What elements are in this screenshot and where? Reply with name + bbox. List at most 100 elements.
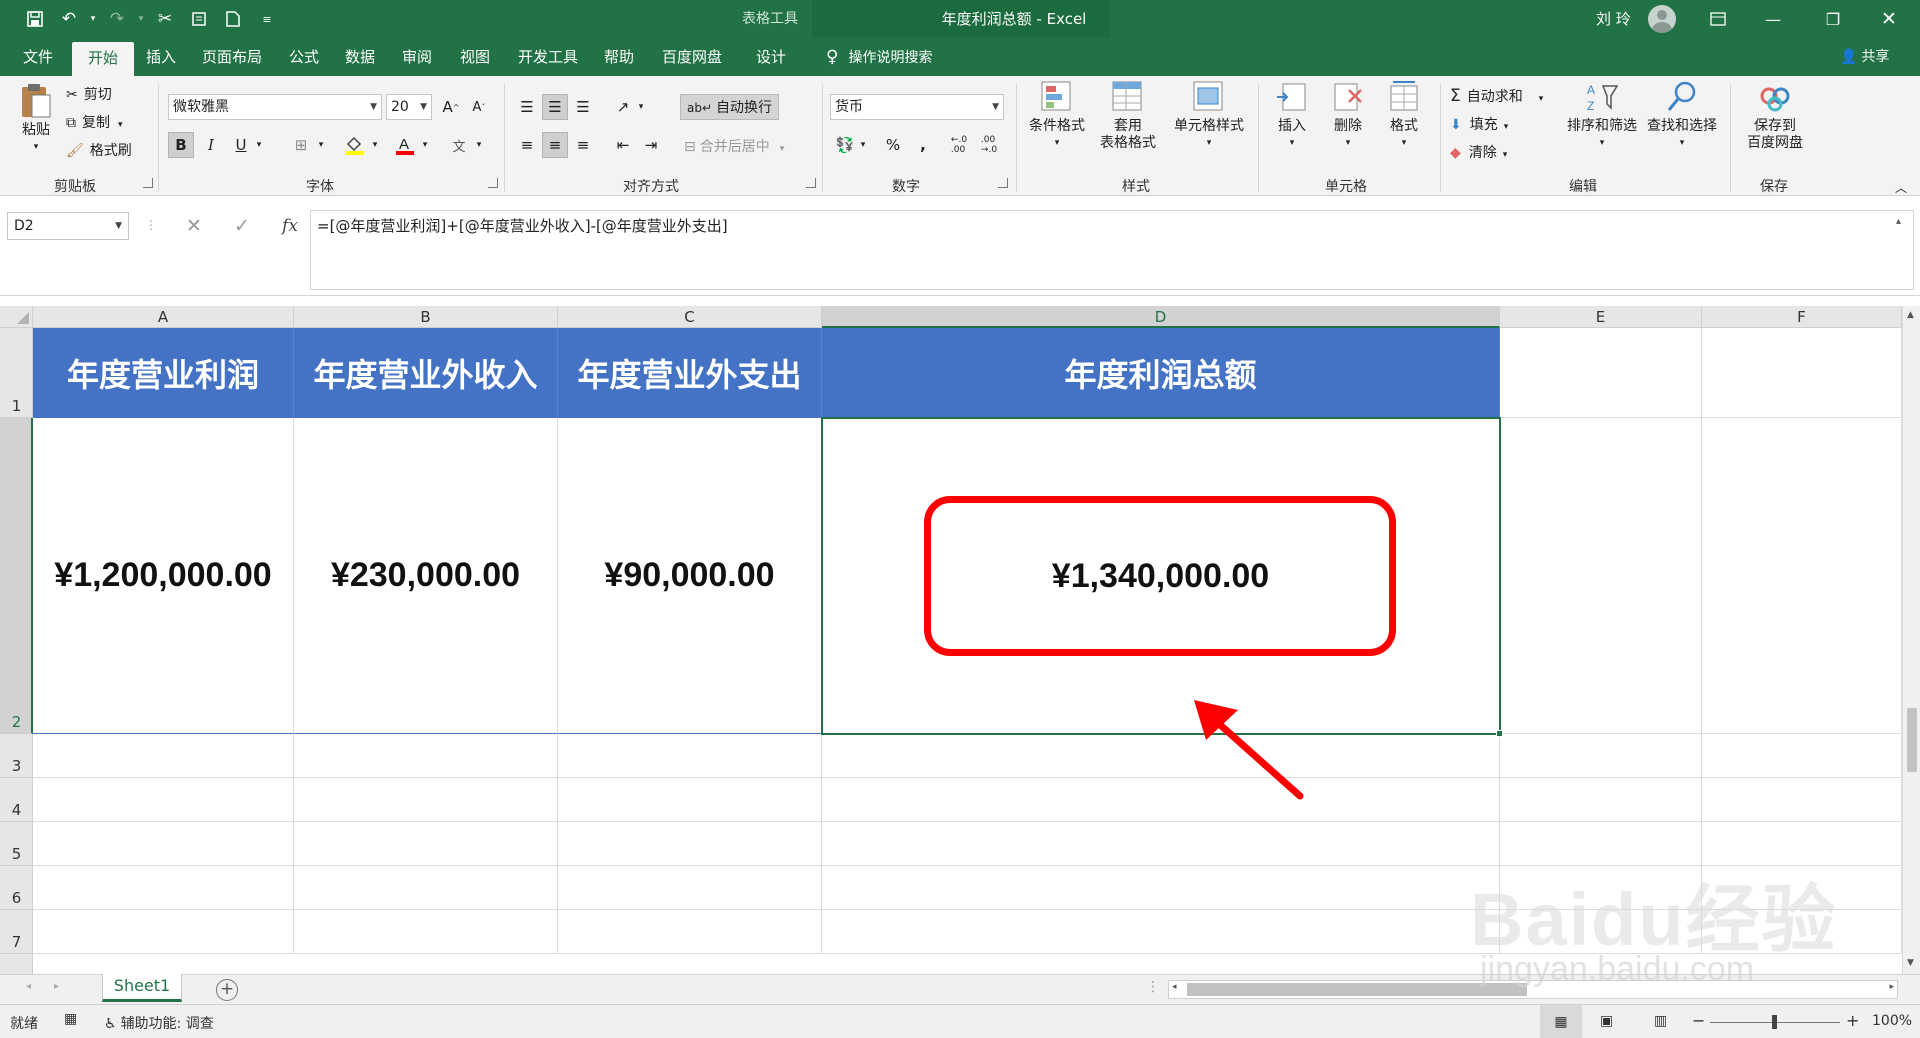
tab-view[interactable]: 视图 (454, 38, 496, 76)
select-all-button[interactable] (0, 306, 33, 328)
align-right-icon[interactable]: ≡ (570, 132, 596, 158)
cell-a5[interactable] (33, 822, 294, 866)
tab-design[interactable]: 设计 (750, 38, 792, 76)
merge-center-button[interactable]: ⊟ 合并后居中 ▾ (684, 136, 784, 156)
cell-d7[interactable] (822, 910, 1500, 954)
cell-f4[interactable] (1702, 778, 1902, 822)
vertical-scrollbar[interactable]: ▲ ▼ (1902, 306, 1920, 974)
page-break-view-icon[interactable]: ▥ (1654, 1013, 1667, 1029)
fill-handle[interactable] (1496, 730, 1503, 737)
cell-d3[interactable] (822, 734, 1500, 778)
cell-c1-header[interactable]: 年度营业外支出 (558, 328, 822, 418)
increase-indent-icon[interactable]: ⇥ (638, 132, 664, 158)
cell-b2[interactable]: ¥230,000.00 (294, 418, 558, 734)
comma-style-button[interactable]: , (910, 132, 936, 158)
borders-icon[interactable]: ⊞ (288, 132, 314, 158)
font-launcher-icon[interactable] (488, 178, 498, 188)
prev-sheet-icon[interactable]: ◂ (26, 981, 31, 992)
chevron-down-icon[interactable]: ▾ (634, 94, 648, 120)
cell-c6[interactable] (558, 866, 822, 910)
find-select-button[interactable]: 查找和选择 ▾ (1642, 80, 1722, 152)
tab-page-layout[interactable]: 页面布局 (196, 38, 268, 76)
close-icon[interactable]: ✕ (1866, 0, 1912, 38)
row-header-7[interactable]: 7 (0, 910, 33, 954)
tab-data[interactable]: 数据 (340, 38, 380, 76)
format-cells-button[interactable]: 格式 ▾ (1376, 80, 1432, 152)
sort-filter-button[interactable]: AZ 排序和筛选 ▾ (1562, 80, 1642, 152)
enter-icon[interactable]: ✓ (218, 215, 266, 237)
horizontal-scroll-thumb[interactable] (1187, 983, 1527, 996)
scissors-icon[interactable]: ✂ (148, 4, 182, 34)
tell-me-search[interactable]: ♀ 操作说明搜索 (826, 38, 932, 76)
fill-color-icon[interactable] (342, 132, 368, 158)
zoom-slider-thumb[interactable] (1772, 1015, 1777, 1029)
cell-d6[interactable] (822, 866, 1500, 910)
align-left-icon[interactable]: ≡ (514, 132, 540, 158)
font-size-combo[interactable]: 20 ▼ (386, 94, 432, 120)
insert-cells-button[interactable]: 插入 ▾ (1264, 80, 1320, 152)
copy-button[interactable]: ⧉ 复制 ▾ (66, 112, 123, 132)
save-to-netdisk-button[interactable]: 保存到 百度网盘 (1740, 80, 1810, 152)
chevron-down-icon[interactable]: ▾ (418, 132, 432, 158)
decrease-decimal-icon[interactable]: .00 →.0 (976, 132, 1002, 158)
cell-b5[interactable] (294, 822, 558, 866)
cell-b6[interactable] (294, 866, 558, 910)
clear-button[interactable]: ◆ 清除 ▾ (1450, 142, 1507, 162)
chevron-down-icon[interactable]: ▾ (252, 132, 266, 158)
italic-button[interactable]: I (198, 132, 224, 158)
percent-style-button[interactable]: % (880, 132, 906, 158)
scroll-left-icon[interactable]: ◂ (1172, 982, 1177, 992)
format-as-table-button[interactable]: 套用 表格格式 (1092, 80, 1164, 152)
align-middle-icon[interactable]: ☰ (542, 94, 568, 120)
cell-c3[interactable] (558, 734, 822, 778)
accessibility-status[interactable]: ♿ 辅助功能: 调查 (104, 1013, 214, 1033)
tab-formulas[interactable]: 公式 (284, 38, 324, 76)
tab-file[interactable]: 文件 (14, 38, 62, 76)
new-document-icon[interactable] (216, 4, 250, 34)
cell-a4[interactable] (33, 778, 294, 822)
undo-dropdown-icon[interactable]: ▾ (86, 4, 100, 34)
tab-home[interactable]: 开始 (72, 42, 134, 76)
minimize-icon[interactable]: — (1750, 0, 1796, 38)
autosum-button[interactable]: Σ 自动求和 ▾ (1450, 86, 1543, 106)
scroll-down-icon[interactable]: ▼ (1907, 958, 1914, 968)
paste-button[interactable]: 粘贴 ▾ (14, 82, 58, 156)
cell-e3[interactable] (1500, 734, 1702, 778)
expand-formula-icon[interactable]: ▴ (1896, 216, 1901, 227)
decrease-indent-icon[interactable]: ⇤ (610, 132, 636, 158)
undo-icon[interactable]: ↶ (52, 4, 86, 34)
tab-baidu-netdisk[interactable]: 百度网盘 (654, 38, 730, 76)
chevron-down-icon[interactable]: ▾ (856, 132, 870, 158)
column-header-b[interactable]: B (294, 306, 558, 328)
column-header-a[interactable]: A (33, 306, 294, 328)
chevron-down-icon[interactable]: ▾ (368, 132, 382, 158)
cell-a6[interactable] (33, 866, 294, 910)
cell-a3[interactable] (33, 734, 294, 778)
sheet-tab-sheet1[interactable]: Sheet1 (102, 974, 182, 1002)
user-name[interactable]: 刘 玲 (1596, 0, 1631, 38)
tab-insert[interactable]: 插入 (140, 38, 182, 76)
bold-button[interactable]: B (168, 132, 194, 158)
redo-dropdown-icon[interactable]: ▾ (134, 4, 148, 34)
row-header-3[interactable]: 3 (0, 734, 33, 778)
formula-input[interactable]: =[@年度营业利润]+[@年度营业外收入]-[@年度营业外支出] (310, 210, 1914, 290)
cell-f2[interactable] (1702, 418, 1902, 734)
number-format-combo[interactable]: 货币 ▼ (830, 94, 1004, 120)
tab-review[interactable]: 审阅 (396, 38, 438, 76)
zoom-out-icon[interactable]: − (1692, 1011, 1705, 1030)
avatar[interactable] (1648, 5, 1676, 33)
tab-developer[interactable]: 开发工具 (510, 38, 586, 76)
column-header-d[interactable]: D (822, 306, 1500, 328)
chevron-down-icon[interactable]: ▾ (472, 132, 486, 158)
vertical-scroll-thumb[interactable] (1907, 708, 1917, 772)
cell-b3[interactable] (294, 734, 558, 778)
macro-record-icon[interactable]: ▦ (64, 1011, 77, 1027)
column-header-e[interactable]: E (1500, 306, 1702, 328)
cell-styles-button[interactable]: 单元格样式 ▾ (1168, 80, 1250, 152)
print-preview-icon[interactable] (182, 4, 216, 34)
column-header-c[interactable]: C (558, 306, 822, 328)
cancel-icon[interactable]: ✕ (170, 215, 218, 237)
underline-button[interactable]: U (228, 132, 254, 158)
wrap-text-button[interactable]: ab↵ 自动换行 (680, 94, 780, 120)
restore-icon[interactable]: ❐ (1810, 0, 1856, 38)
